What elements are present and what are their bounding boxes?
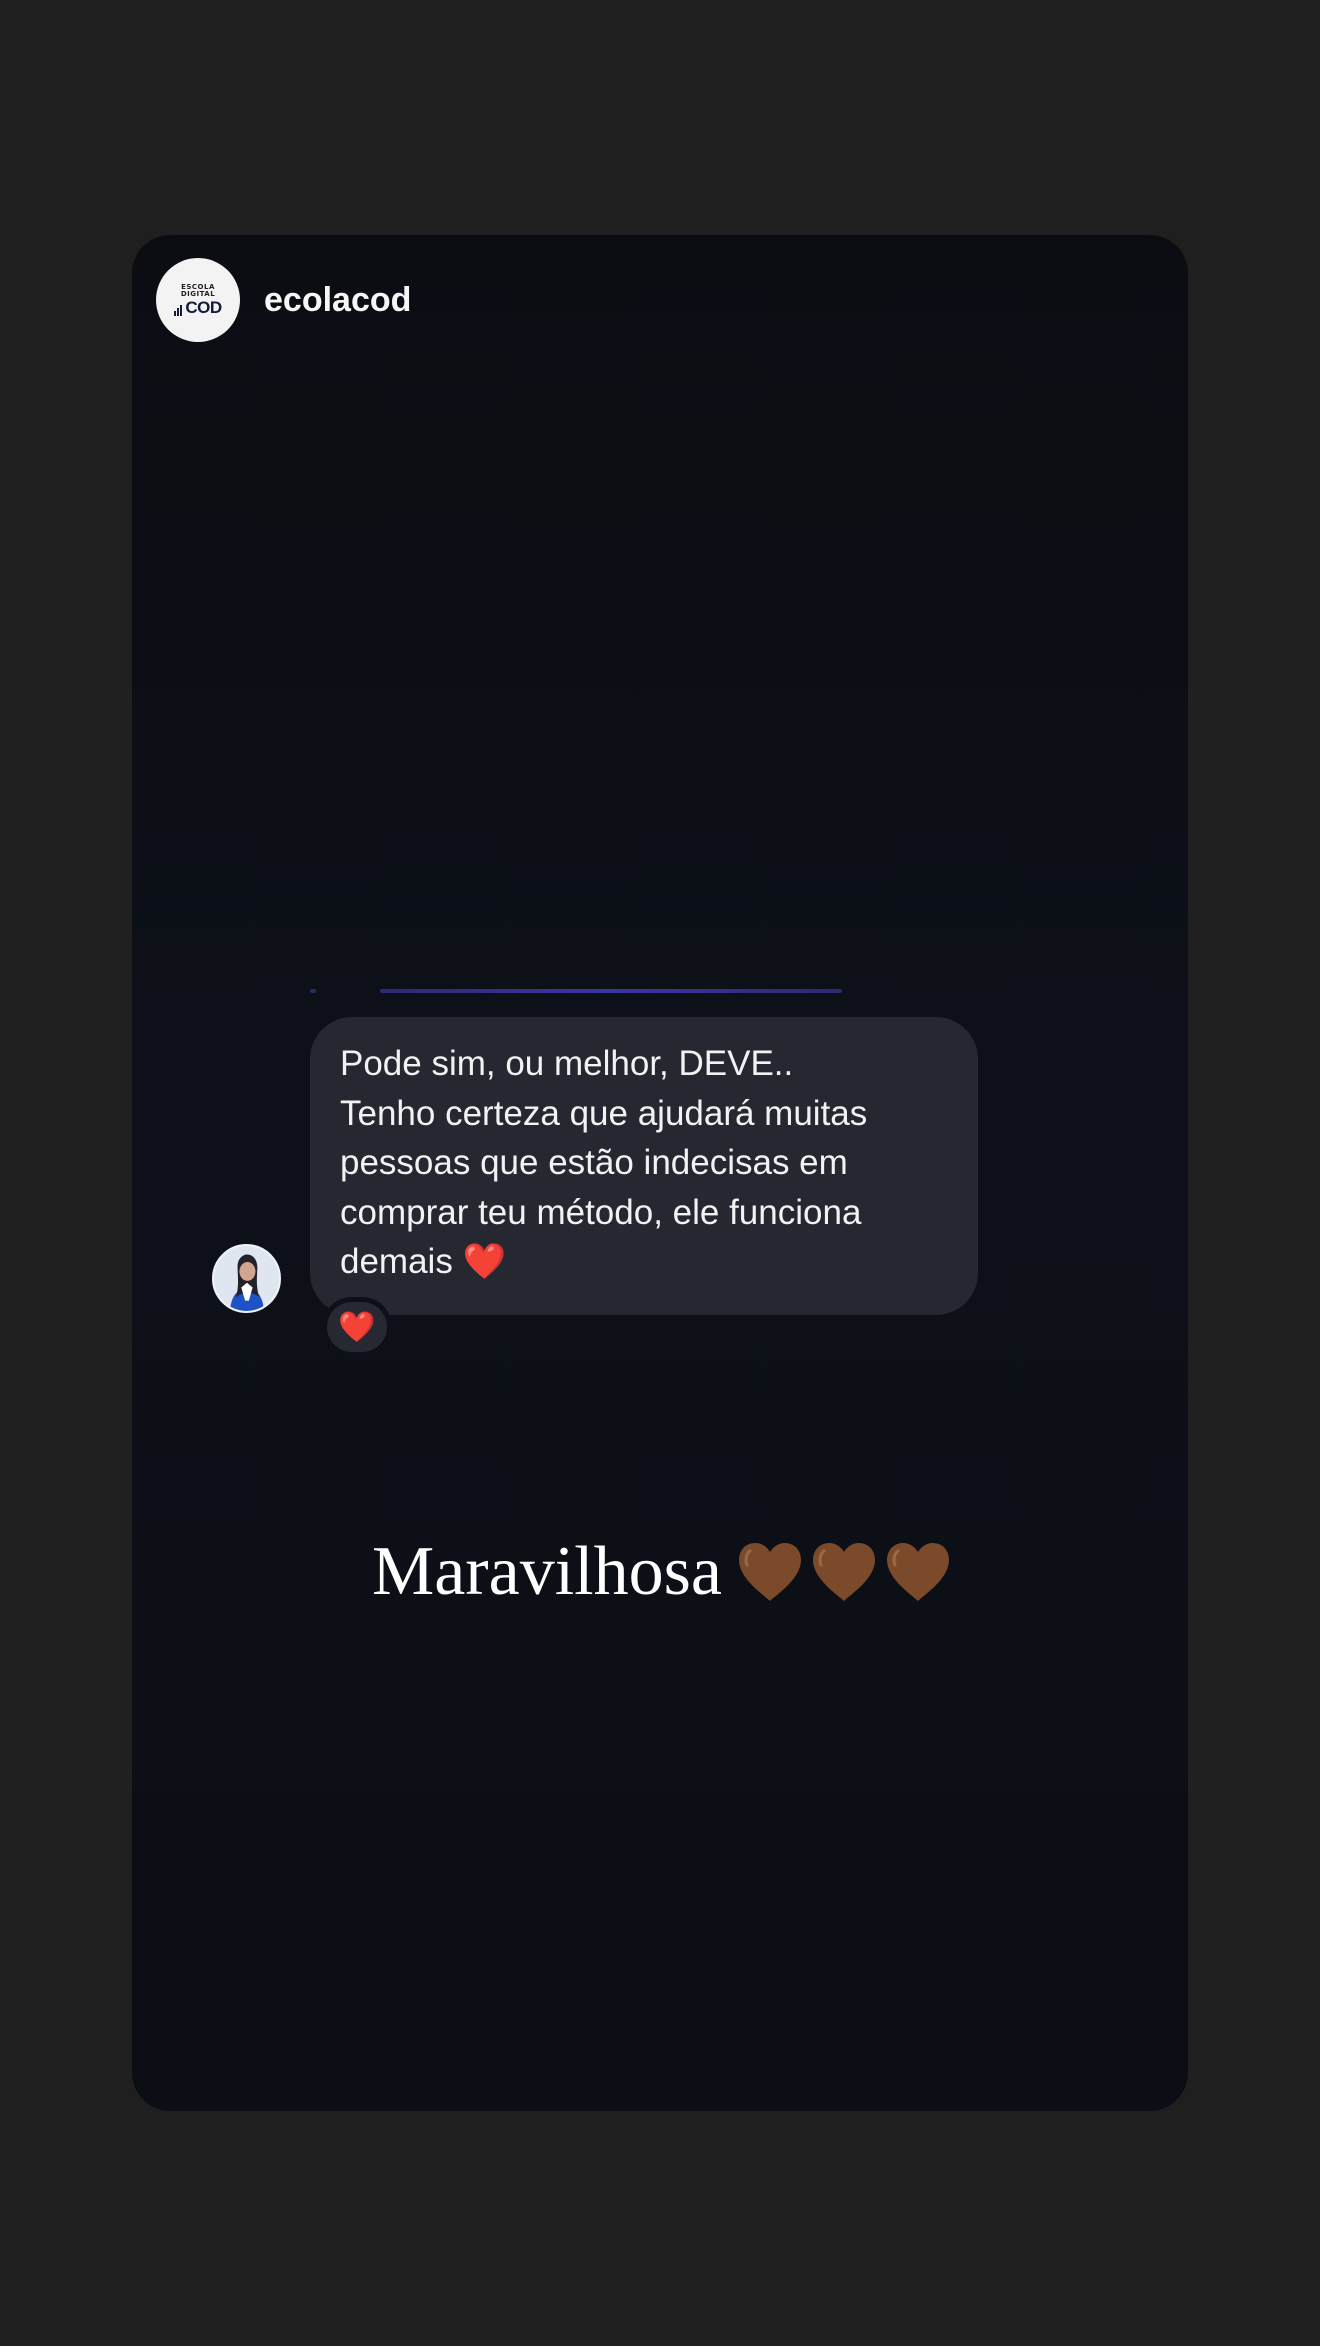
brand-logo: ESCOLA DIGITAL COD: [174, 284, 222, 317]
story-caption: Maravilhosa: [372, 1537, 952, 1607]
heart-reaction-icon: ❤️: [338, 1309, 376, 1345]
page-background: ESCOLA DIGITAL COD ecolacod Pode sim, ou…: [0, 0, 1320, 2346]
bar-chart-icon: [174, 305, 183, 316]
caption-text: Maravilhosa: [372, 1533, 722, 1610]
profile-avatar[interactable]: ESCOLA DIGITAL COD: [156, 258, 240, 342]
brown-heart-icon: [738, 1543, 801, 1601]
scroll-indicator: [380, 989, 842, 993]
scroll-indicator-dot: [310, 989, 316, 993]
message-text: Pode sim, ou melhor, DEVE.. Tenho certez…: [340, 1044, 868, 1281]
brand-logo-text-wrap: COD: [174, 298, 222, 317]
message-bubble: Pode sim, ou melhor, DEVE.. Tenho certez…: [310, 1017, 978, 1315]
reaction-badge[interactable]: ❤️: [322, 1297, 392, 1357]
brand-logo-text: COD: [185, 298, 222, 317]
story-header: ESCOLA DIGITAL COD ecolacod: [156, 257, 411, 343]
story-card: ESCOLA DIGITAL COD ecolacod Pode sim, ou…: [132, 235, 1188, 2111]
brown-heart-icon: [886, 1543, 949, 1601]
caption-hearts: [736, 1540, 952, 1604]
brown-heart-icon: [812, 1543, 875, 1601]
username[interactable]: ecolacod: [264, 281, 411, 320]
profile-photo-icon: [212, 1244, 281, 1313]
brand-line-2: DIGITAL: [180, 290, 216, 298]
